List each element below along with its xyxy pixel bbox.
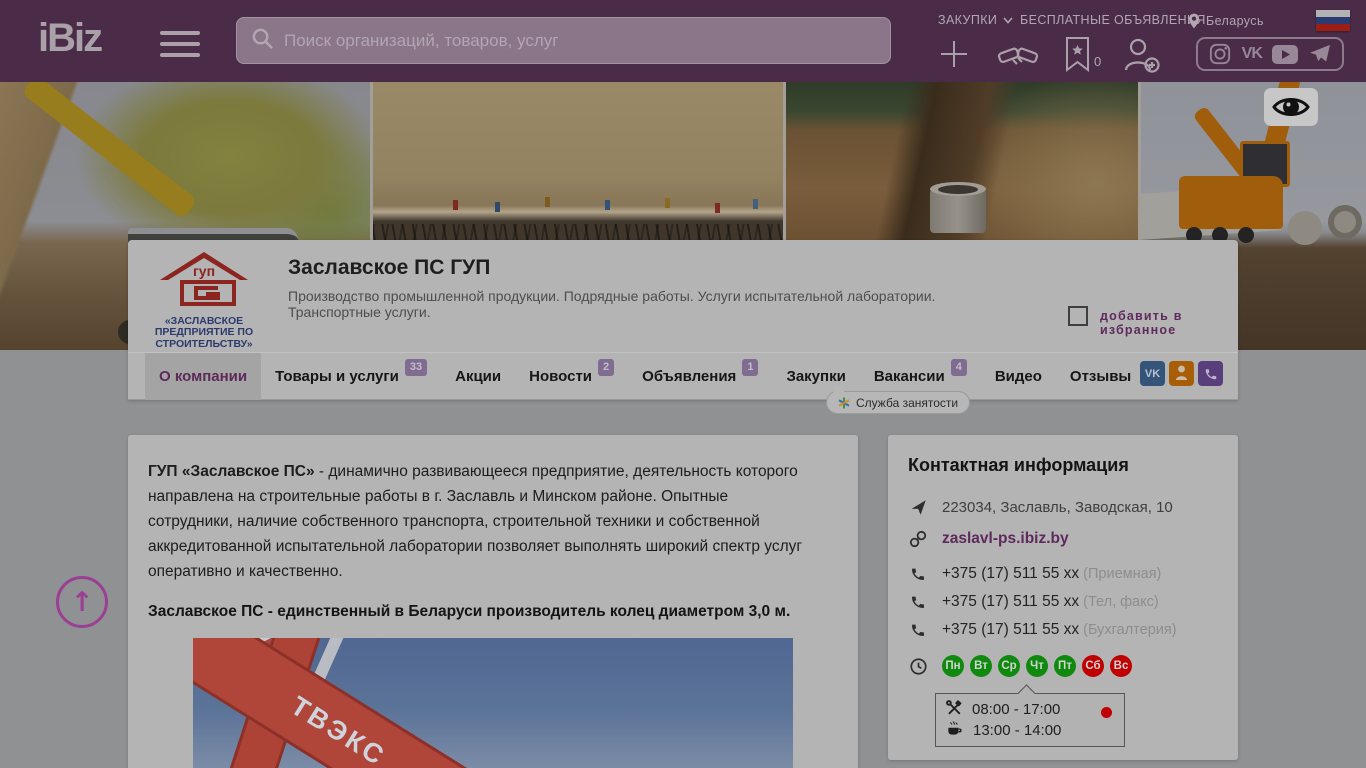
day-badge[interactable]: Ср	[998, 655, 1020, 677]
phone-note: (Бухгалтерия)	[1083, 622, 1177, 638]
viber-button[interactable]	[1198, 361, 1223, 386]
weekday-badges: Пн Вт Ср Чт Пт Сб Вс	[942, 655, 1132, 677]
search-bar	[236, 17, 891, 64]
working-hours-row: Пн Вт Ср Чт Пт Сб Вс	[908, 655, 1132, 677]
employment-service-tooltip: Служба занятости	[826, 385, 971, 414]
ok-share-button[interactable]	[1169, 361, 1194, 386]
work-hours: 08:00 - 17:00	[972, 701, 1061, 718]
lunch-hours: 13:00 - 14:00	[973, 722, 1062, 739]
phone-note: (Тел, факс)	[1083, 594, 1159, 610]
company-card: гуп «ЗАСЛАВСКОЕ ПРЕДПРИЯТИЕ ПО СТРОИТЕЛЬ…	[128, 240, 1238, 400]
about-highlight: Заславское ПС - единственный в Беларуси …	[148, 603, 791, 620]
location-pin-icon	[1189, 13, 1199, 29]
phone-row: +375 (17) 511 55 xx (Приемная)	[908, 565, 1161, 583]
tab-badge: 2	[598, 359, 615, 376]
website-row: zaslavl-ps.ibiz.by	[908, 530, 1069, 548]
about-paragraph: ГУП «Заславское ПС» - динамично развиваю…	[148, 463, 803, 580]
phone-number[interactable]: +375 (17) 511 55 xx	[942, 565, 1079, 582]
favorites-count: 0	[1094, 54, 1102, 69]
add-company-icon[interactable]	[938, 38, 970, 75]
clock-icon	[908, 657, 928, 675]
favorite-checkbox[interactable]	[1068, 306, 1088, 326]
nav-region[interactable]: Беларусь	[1188, 13, 1264, 29]
header-social-links: VK	[1196, 37, 1344, 71]
telegram-icon[interactable]	[1309, 44, 1331, 64]
phone-icon	[908, 594, 928, 610]
phone-row: +375 (17) 511 55 xx (Бухгалтерия)	[908, 621, 1177, 639]
tab-about[interactable]: О компании	[145, 353, 262, 400]
tab-badge: 4	[950, 359, 967, 376]
tab-badge: 1	[742, 359, 759, 376]
search-icon	[251, 27, 274, 55]
excavator-brand-label: ТВЭКС	[285, 690, 392, 768]
open-status-dot	[1101, 707, 1112, 718]
nav-free-ads[interactable]: БЕСПЛАТНЫЕ ОБЪЯВЛЕНИЯ	[1020, 13, 1206, 27]
company-tagline: Производство промышленной продукции. Под…	[288, 288, 936, 320]
about-article: ГУП «Заславское ПС» - динамично развиваю…	[128, 435, 858, 768]
company-logo-caption: «ЗАСЛАВСКОЕ ПРЕДПРИЯТИЕ ПО СТРОИТЕЛЬСТВУ…	[154, 314, 254, 350]
contact-info-panel: Контактная информация 223034, Заславль, …	[888, 435, 1238, 760]
contact-info-title: Контактная информация	[908, 455, 1129, 475]
youtube-icon[interactable]	[1272, 44, 1299, 64]
day-badge[interactable]: Пт	[1054, 655, 1076, 677]
handshake-icon[interactable]	[996, 40, 1040, 77]
link-icon	[908, 530, 928, 548]
phone-row: +375 (17) 511 55 xx (Тел, факс)	[908, 593, 1159, 611]
logo-gup-text: гуп	[193, 263, 215, 279]
tab-news[interactable]: Новости 2	[515, 353, 628, 400]
phone-number[interactable]: +375 (17) 511 55 xx	[942, 621, 1079, 638]
phone-number[interactable]: +375 (17) 511 55 xx	[942, 593, 1079, 610]
article-photo-excavator: ТВЭКС	[193, 638, 793, 768]
favorites-bookmark-icon[interactable]	[1064, 36, 1091, 77]
employment-service-icon	[838, 397, 850, 408]
company-social-buttons: VK	[1140, 361, 1223, 386]
account-icon[interactable]	[1122, 36, 1160, 79]
company-website-link[interactable]: zaslavl-ps.ibiz.by	[942, 530, 1069, 548]
day-badge[interactable]: Вт	[970, 655, 992, 677]
tab-reviews[interactable]: Отзывы	[1056, 353, 1145, 400]
instagram-icon[interactable]	[1209, 43, 1231, 65]
work-tools-icon	[946, 699, 962, 720]
day-badge[interactable]: Чт	[1026, 655, 1048, 677]
day-badge[interactable]: Сб	[1082, 655, 1104, 677]
chevron-down-icon	[1003, 16, 1013, 24]
tab-products[interactable]: Товары и услуги 33	[261, 353, 441, 400]
company-name: Заславское ПС ГУП	[288, 256, 491, 279]
phone-note: (Приемная)	[1083, 566, 1162, 582]
tab-promotions[interactable]: Акции	[441, 353, 515, 400]
accessibility-eye-button[interactable]	[1264, 88, 1318, 126]
phone-icon	[908, 622, 928, 638]
vk-share-button[interactable]: VK	[1140, 361, 1165, 386]
hours-popup: 08:00 - 17:00 13:00 - 14:00	[935, 693, 1125, 747]
vk-icon[interactable]: VK	[1242, 45, 1263, 63]
phone-icon	[908, 566, 928, 582]
tab-ads[interactable]: Объявления 1	[628, 353, 772, 400]
tab-video[interactable]: Видео	[981, 353, 1056, 400]
tab-badge: 33	[404, 359, 428, 376]
nav-procurement[interactable]: ЗАКУПКИ	[938, 13, 1013, 27]
language-flag-ru[interactable]	[1316, 10, 1350, 31]
back-to-top-button[interactable]: ↑	[56, 576, 108, 628]
address-row: 223034, Заславль, Заводская, 10	[908, 499, 1173, 516]
ibiz-logo[interactable]: iBiz	[38, 16, 103, 61]
company-tabs: О компании Товары и услуги 33 Акции Новос…	[128, 352, 1238, 400]
company-address: 223034, Заславль, Заводская, 10	[942, 499, 1173, 516]
search-input[interactable]	[284, 30, 876, 51]
hamburger-menu-icon[interactable]	[160, 31, 200, 64]
location-arrow-icon	[908, 499, 928, 516]
day-badge[interactable]: Пн	[942, 655, 964, 677]
top-header: iBiz ЗАКУПКИ БЕСПЛАТНЫЕ ОБЪЯВЛЕНИЯ Белар…	[0, 0, 1366, 82]
favorite-label[interactable]: добавить в избранное	[1100, 309, 1238, 337]
company-logo: гуп «ЗАСЛАВСКОЕ ПРЕДПРИЯТИЕ ПО СТРОИТЕЛЬ…	[146, 250, 262, 350]
lunch-coffee-icon	[946, 720, 963, 741]
day-badge[interactable]: Вс	[1110, 655, 1132, 677]
page: iBiz ЗАКУПКИ БЕСПЛАТНЫЕ ОБЪЯВЛЕНИЯ Белар…	[0, 0, 1366, 768]
